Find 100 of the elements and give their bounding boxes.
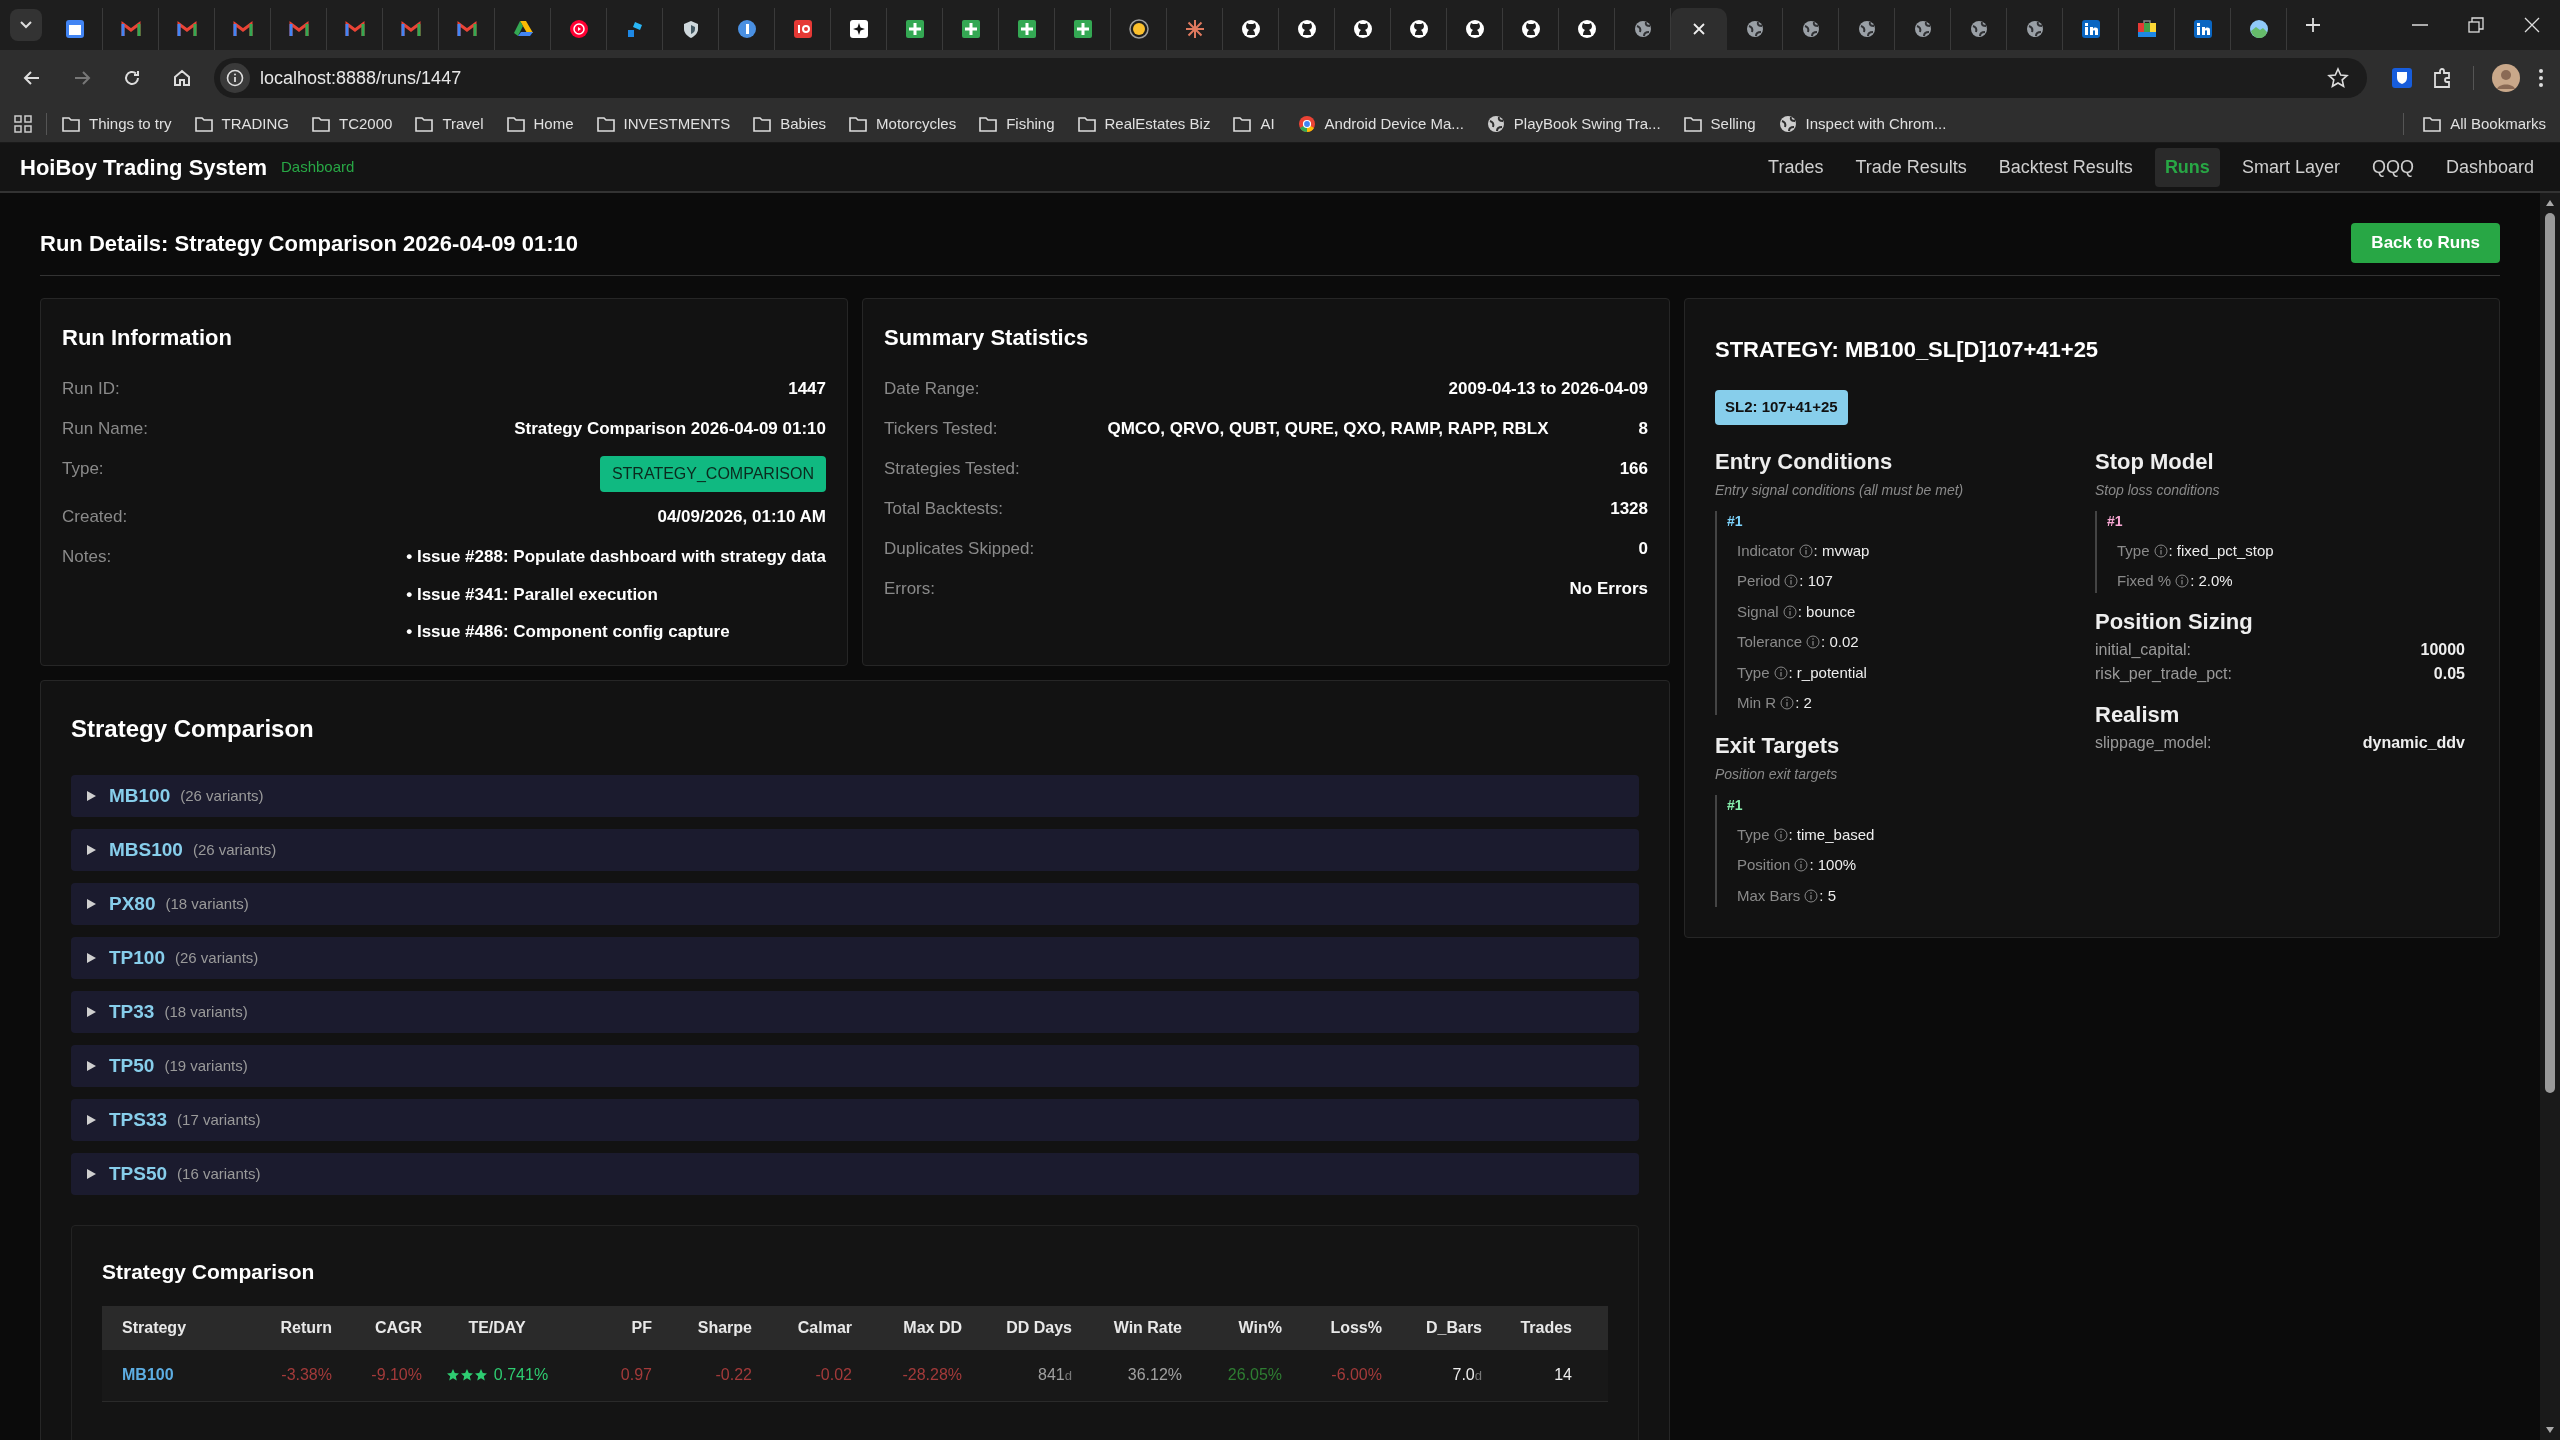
field-label: Run Name: <box>62 418 148 440</box>
column-header[interactable]: PF <box>572 1315 652 1340</box>
bookmark-link[interactable]: Inspect with Chrom... <box>1805 112 1947 136</box>
expand-triangle-icon[interactable] <box>85 1060 97 1072</box>
info-icon[interactable] <box>2153 543 2168 558</box>
star-icon[interactable] <box>2327 67 2349 89</box>
address-bar[interactable]: localhost:8888/runs/1447 <box>214 58 2367 98</box>
group-name: TP33 <box>109 999 155 1024</box>
info-icon[interactable] <box>1780 696 1795 711</box>
info-icon[interactable] <box>1804 888 1819 903</box>
column-header[interactable]: Win% <box>1182 1315 1282 1340</box>
expand-triangle-icon[interactable] <box>85 1168 97 1180</box>
strategy-group-row[interactable]: TP33 (18 variants) <box>71 991 1639 1033</box>
nav-link[interactable]: Dashboard <box>2435 147 2544 187</box>
bookmark-link[interactable]: TC2000 <box>339 112 393 136</box>
bookmark-link[interactable]: Selling <box>1710 112 1756 136</box>
plus-icon <box>959 18 982 40</box>
nav-link[interactable]: Backtest Results <box>1988 147 2143 187</box>
column-header[interactable]: Sharpe <box>652 1315 752 1340</box>
tab-list-button[interactable] <box>10 9 42 41</box>
bookmark-link[interactable]: PlayBook Swing Tra... <box>1513 112 1661 136</box>
avatar-icon[interactable] <box>2492 64 2520 92</box>
bookmark-link[interactable]: Fishing <box>1006 112 1055 136</box>
column-header[interactable]: Loss% <box>1282 1315 1382 1340</box>
bookmark-link[interactable]: Motorcycles <box>876 112 957 136</box>
info-icon[interactable] <box>1806 635 1821 650</box>
column-header[interactable]: Trades <box>1482 1315 1572 1340</box>
shield-icon[interactable] <box>2391 67 2413 89</box>
column-header[interactable]: CAGR <box>332 1315 422 1340</box>
column-header[interactable]: TE/DAY <box>422 1315 572 1340</box>
nav-link[interactable]: Trade Results <box>1845 147 1977 187</box>
expand-triangle-icon[interactable] <box>85 790 97 802</box>
expand-triangle-icon[interactable] <box>85 1114 97 1126</box>
nav-link[interactable]: Smart Layer <box>2231 147 2350 187</box>
browser-tab[interactable] <box>1671 8 1727 50</box>
close-icon[interactable] <box>1692 22 1706 36</box>
column-header[interactable]: Return <box>232 1315 332 1340</box>
info-icon[interactable] <box>1782 604 1797 619</box>
info-icon[interactable] <box>1794 858 1809 873</box>
strategy-group-row[interactable]: TP50 (19 variants) <box>71 1045 1639 1087</box>
bookmark-link[interactable]: Travel <box>442 112 484 136</box>
strategy-group-row[interactable]: PX80 (18 variants) <box>71 883 1639 925</box>
nav-link[interactable]: QQQ <box>2361 147 2424 187</box>
ticker-list: QMCO, QRVO, QUBT, QURE, QXO, RAMP, RAPP, RBLX <box>1107 416 1549 442</box>
expand-triangle-icon[interactable] <box>85 898 97 910</box>
bookmark-link[interactable]: AI <box>1260 112 1275 136</box>
setting-value: 10000 <box>2420 639 2465 660</box>
play-icon <box>567 18 590 40</box>
param-value: : r_potential <box>1788 662 1867 683</box>
column-header[interactable]: Calmar <box>752 1315 852 1340</box>
strategy-group-row[interactable]: TPS33 (17 variants) <box>71 1099 1639 1141</box>
info-icon[interactable] <box>1784 574 1799 589</box>
strategy-link[interactable]: MB100 <box>122 1363 232 1387</box>
strategy-group-row[interactable]: TPS50 (16 variants) <box>71 1153 1639 1195</box>
strategy-group-row[interactable]: MBS100 (26 variants) <box>71 829 1639 871</box>
column-header[interactable]: Strategy <box>122 1315 232 1340</box>
bookmark-link[interactable]: Things to try <box>89 112 172 136</box>
bookmark-link[interactable]: Android Device Ma... <box>1324 112 1464 136</box>
table-cell-text: 0.97 <box>619 1365 652 1385</box>
landscape-icon <box>2247 18 2270 40</box>
column-header[interactable]: DD Days <box>962 1315 1072 1340</box>
round-logo-icon <box>1239 18 1262 40</box>
scroll-up-icon[interactable] <box>2545 199 2555 207</box>
column-header[interactable]: Max DD <box>852 1315 962 1340</box>
field-value: 2009-04-13 to 2026-04-09 <box>1448 378 1648 400</box>
expand-triangle-icon[interactable] <box>85 952 97 964</box>
round-logo-icon <box>1575 18 1598 40</box>
param-value: : mvwap <box>1813 540 1870 561</box>
apps-grid-icon[interactable] <box>14 115 32 133</box>
strategy-group-row[interactable]: TP100 (26 variants) <box>71 937 1639 979</box>
nav-link[interactable]: Runs <box>2154 147 2220 187</box>
nav-link[interactable]: Trades <box>1758 147 1834 187</box>
column-header[interactable]: D_Bars <box>1382 1315 1482 1340</box>
app-subtitle[interactable]: Dashboard <box>280 155 355 179</box>
scrollbar[interactable] <box>2540 193 2560 1440</box>
page-title: Run Details: Strategy Comparison 2026-04-09 01:10 <box>40 229 578 258</box>
variant-count: (19 variants) <box>164 1055 248 1076</box>
bookmark-link[interactable]: TRADING <box>221 112 290 136</box>
bookmark-link[interactable]: All Bookmarks <box>2450 112 2546 136</box>
bookmark-link[interactable]: Home <box>533 112 574 136</box>
bookmark-link[interactable]: RealEstates Biz <box>1104 112 1211 136</box>
bookmark-link[interactable]: INVESTMENTS <box>623 112 731 136</box>
info-icon[interactable] <box>1798 543 1813 558</box>
bookmark-link[interactable]: Babies <box>780 112 827 136</box>
column-header[interactable]: Win Rate <box>1072 1315 1182 1340</box>
strategy-group-row[interactable]: MB100 (26 variants) <box>71 775 1639 817</box>
info-icon[interactable] <box>1773 665 1788 680</box>
url-text: localhost:8888/runs/1447 <box>260 66 462 90</box>
round-logo-icon <box>1407 18 1430 40</box>
scroll-down-icon[interactable] <box>2545 1426 2555 1434</box>
expand-triangle-icon[interactable] <box>85 844 97 856</box>
more-menu-icon[interactable] <box>2538 67 2544 89</box>
info-icon[interactable] <box>1773 827 1788 842</box>
expand-triangle-icon[interactable] <box>85 1006 97 1018</box>
section-heading: Position Sizing <box>2095 607 2254 636</box>
table-cell-text: 36.12% <box>1126 1365 1182 1385</box>
tile-logo-icon <box>791 18 814 40</box>
info-icon[interactable] <box>2175 574 2190 589</box>
star-icon <box>459 1368 474 1382</box>
condition-number: #1 <box>1727 511 1744 531</box>
